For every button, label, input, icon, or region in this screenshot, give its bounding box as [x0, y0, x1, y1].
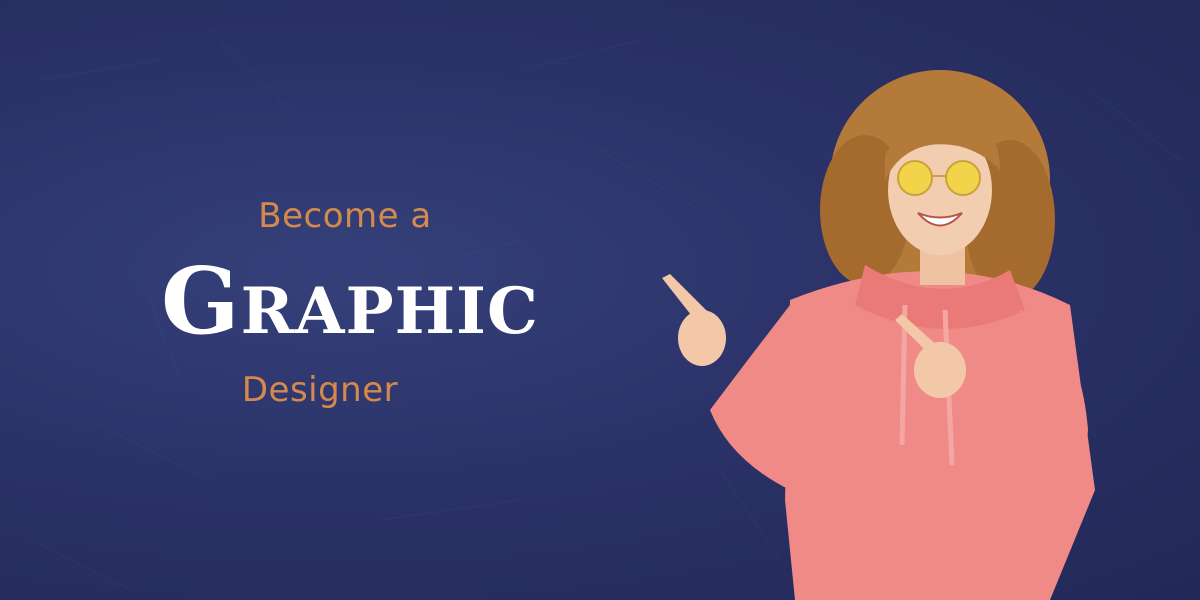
headline-main-word: Graphic	[161, 247, 539, 355]
graphic-designer-banner: Become a Graphic Designer	[0, 0, 1200, 600]
headline-top-line: Become a	[258, 196, 432, 236]
woman-pointing-photo	[662, 70, 1095, 600]
pointing-hand-left	[662, 274, 726, 366]
headline-bottom-line: Designer	[241, 370, 399, 410]
headline: Become a Graphic Designer	[70, 190, 630, 420]
